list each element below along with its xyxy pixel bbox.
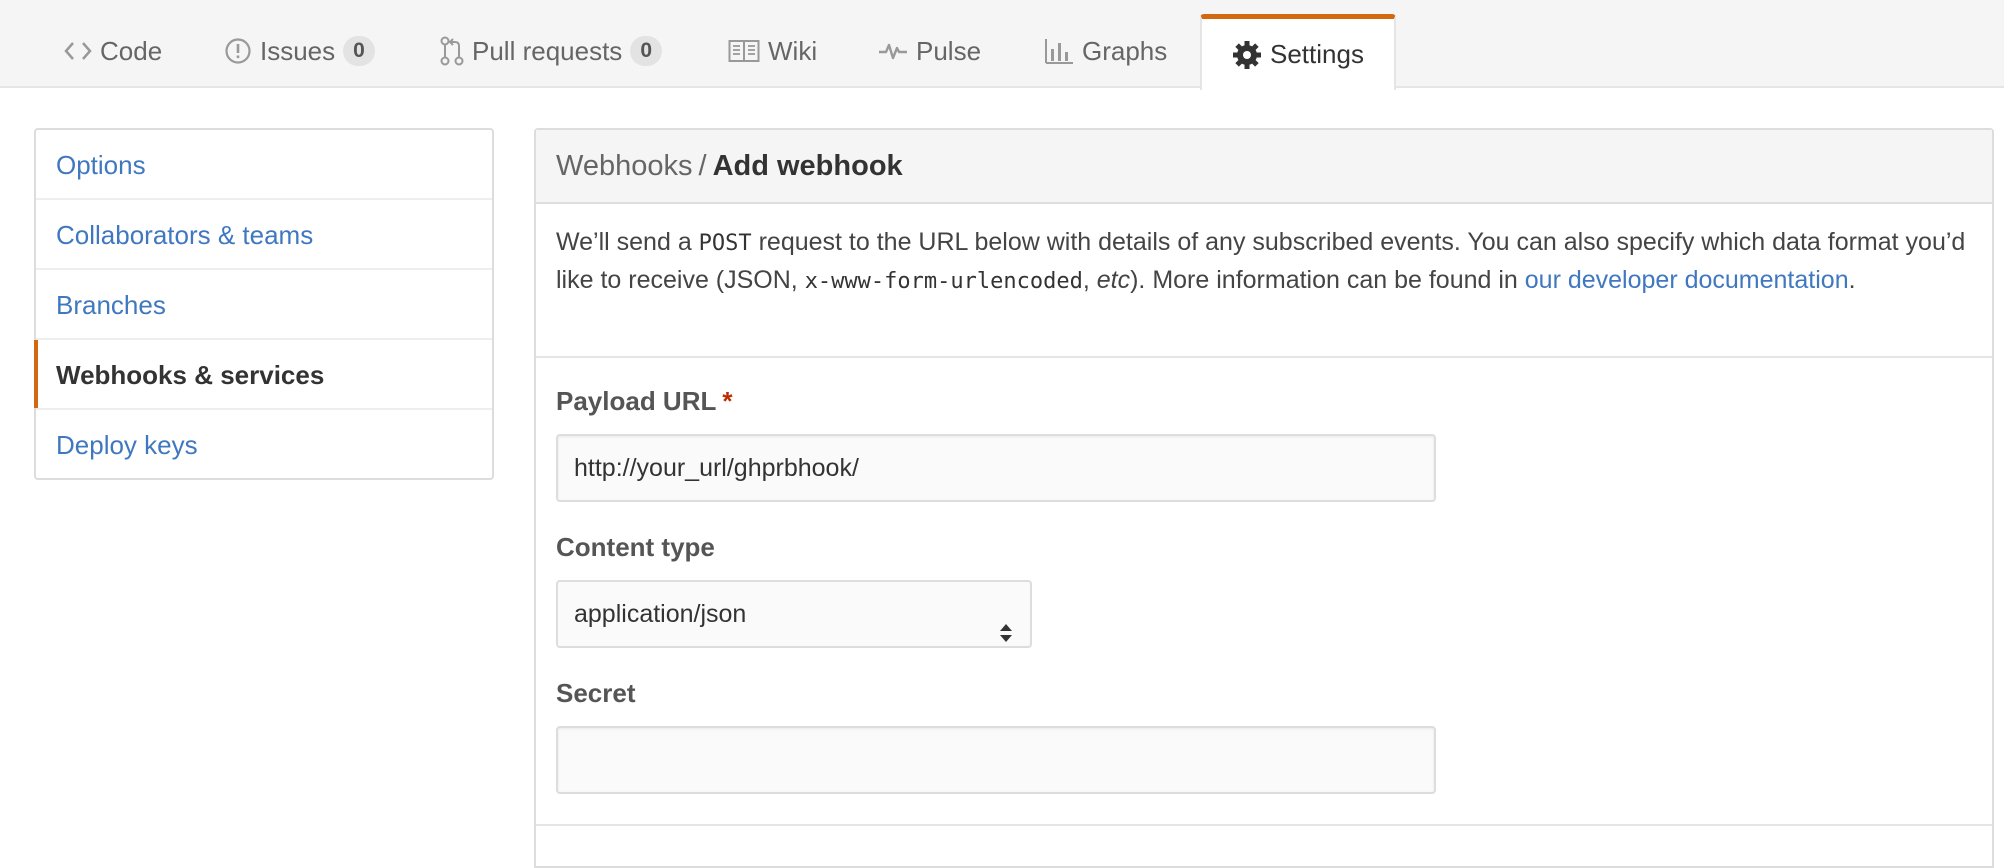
- secret-label: Secret: [556, 678, 636, 708]
- select-arrows-icon: [998, 604, 1014, 668]
- intro-text: We’ll send a POST request to the URL bel…: [536, 204, 1992, 358]
- tab-pulse[interactable]: Pulse: [878, 14, 981, 88]
- tab-label: Code: [100, 35, 163, 66]
- intro-text-part: We’ll send a: [556, 228, 699, 256]
- menu-item-branches[interactable]: Branches: [36, 270, 492, 340]
- secret-input[interactable]: [556, 726, 1436, 794]
- issues-counter: 0: [343, 36, 375, 66]
- content-type-value: application/json: [574, 600, 747, 628]
- tab-code[interactable]: Code: [64, 14, 162, 88]
- payload-url-label-text: Payload URL: [556, 386, 717, 416]
- tab-label: Settings: [1270, 39, 1364, 69]
- tab-pull-requests[interactable]: Pull requests 0: [440, 14, 662, 88]
- book-icon: [728, 39, 760, 63]
- settings-menu: Options Collaborators & teams Branches W…: [34, 128, 494, 480]
- gear-icon: [1232, 40, 1262, 70]
- tab-label: Wiki: [768, 35, 818, 66]
- section-divider: [536, 824, 1992, 826]
- tab-label: Pulse: [916, 35, 982, 66]
- git-pull-request-icon: [440, 36, 464, 66]
- breadcrumb-separator: /: [698, 150, 707, 182]
- content-type-label: Content type: [556, 532, 715, 562]
- tab-issues[interactable]: Issues 0: [224, 14, 375, 88]
- menu-item-deploy-keys[interactable]: Deploy keys: [36, 410, 492, 480]
- code-icon: [64, 39, 92, 63]
- pull-requests-counter: 0: [630, 36, 662, 66]
- add-webhook-panel: Webhooks / Add webhook We’ll send a POST r…: [534, 128, 1994, 868]
- intro-text-part: ). More information can be found in: [1130, 266, 1525, 294]
- page-title: Add webhook: [712, 150, 903, 182]
- issue-opened-icon: [224, 37, 252, 65]
- pulse-icon: [878, 39, 908, 63]
- intro-text-part: ,: [1082, 266, 1097, 294]
- tab-settings[interactable]: Settings: [1200, 14, 1396, 90]
- graph-icon: [1044, 37, 1074, 65]
- developer-documentation-link[interactable]: our developer documentation: [1525, 266, 1849, 294]
- payload-url-label: Payload URL *: [556, 386, 733, 417]
- payload-url-input[interactable]: [556, 434, 1436, 502]
- menu-item-options[interactable]: Options: [36, 130, 492, 200]
- breadcrumb-webhooks-link[interactable]: Webhooks: [556, 150, 693, 182]
- tab-label: Graphs: [1082, 35, 1168, 66]
- tab-wiki[interactable]: Wiki: [728, 14, 817, 88]
- menu-item-webhooks-services[interactable]: Webhooks & services: [34, 340, 492, 410]
- etc-text: etc: [1096, 266, 1131, 294]
- breadcrumb: Webhooks / Add webhook: [536, 130, 1992, 204]
- tab-label: Issues: [260, 35, 336, 66]
- intro-text-part: .: [1848, 266, 1856, 294]
- required-asterisk: *: [722, 386, 733, 416]
- post-code: POST: [698, 231, 752, 256]
- repo-nav: Code Issues 0 Pull requests 0 Wiki Pulse…: [0, 0, 2004, 90]
- tab-label: Pull requests: [472, 35, 623, 66]
- menu-item-collaborators-teams[interactable]: Collaborators & teams: [36, 200, 492, 270]
- tab-graphs[interactable]: Graphs: [1044, 14, 1167, 88]
- content-type-select[interactable]: application/json: [556, 580, 1032, 648]
- urlencoded-code: x-www-form-urlencoded: [804, 269, 1083, 294]
